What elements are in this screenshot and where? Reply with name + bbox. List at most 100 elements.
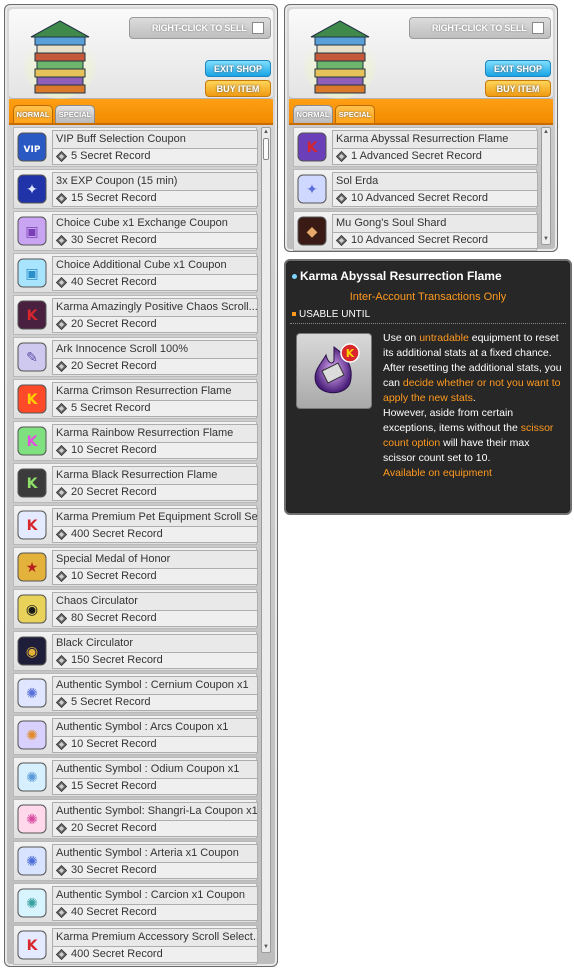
secret-record-coin-icon	[336, 193, 347, 204]
tab-special[interactable]: SPECIAL	[55, 105, 95, 123]
item-price: 15 Secret Record	[52, 778, 258, 795]
desc-highlight: untradable	[419, 332, 469, 344]
item-price-text: 10 Secret Record	[71, 444, 157, 456]
item-name: Sol Erda	[332, 172, 538, 190]
item-price-text: 20 Secret Record	[71, 486, 157, 498]
secret-record-coin-icon	[56, 739, 67, 750]
shop-item-row[interactable]: ✺ Authentic Symbol : Carcion x1 Coupon 40 …	[13, 883, 258, 923]
item-price: 10 Advanced Secret Record	[332, 190, 538, 207]
sell-label: RIGHT-CLICK TO SELL	[152, 23, 247, 33]
item-name: Authentic Symbol : Odium Coupon x1	[52, 760, 258, 778]
shop-item-row[interactable]: ✦ Sol Erda 10 Advanced Secret Record	[293, 169, 538, 209]
sell-checkbox[interactable]	[252, 22, 264, 34]
item-icon-slot: ▣	[15, 255, 49, 291]
bullet-icon	[292, 274, 297, 280]
item-price-text: 40 Secret Record	[71, 276, 157, 288]
shop-item-row[interactable]: K Karma Crimson Resurrection Flame 5 Secre…	[13, 379, 258, 419]
shop-item-row[interactable]: K Karma Premium Pet Equipment Scroll Sel.…	[13, 505, 258, 545]
item-name: Karma Crimson Resurrection Flame	[52, 382, 258, 400]
right-click-to-sell-toggle[interactable]: RIGHT-CLICK TO SELL	[129, 17, 271, 39]
shop-item-row[interactable]: K Karma Amazingly Positive Chaos Scroll..…	[13, 295, 258, 335]
abyssal-flame-graphic: K	[314, 343, 360, 394]
svg-text:✺: ✺	[26, 686, 38, 702]
shop-item-row[interactable]: ★ Special Medal of Honor 10 Secret Record	[13, 547, 258, 587]
shop-item-row[interactable]: ◆ Mu Gong's Soul Shard 10 Advanced Secret …	[293, 211, 538, 251]
buy-item-button[interactable]: BUY ITEM	[205, 80, 271, 97]
item-price-text: 80 Secret Record	[71, 612, 157, 624]
shop-item-row[interactable]: K Karma Rainbow Resurrection Flame 10 Secr…	[13, 421, 258, 461]
shop-item-row[interactable]: ▣ Choice Cube x1 Exchange Coupon 30 Secret…	[13, 211, 258, 251]
svg-text:✺: ✺	[26, 770, 38, 786]
shop-item-row[interactable]: ◉ Black Circulator 150 Secret Record	[13, 631, 258, 671]
svg-text:K: K	[307, 140, 319, 156]
sell-label: RIGHT-CLICK TO SELL	[432, 23, 527, 33]
item-icon-slot: ✺	[15, 843, 49, 879]
scroll-down-arrow-icon[interactable]: ▼	[262, 943, 270, 952]
tab-special[interactable]: SPECIAL	[335, 105, 375, 123]
item-price: 10 Secret Record	[52, 568, 258, 585]
black-flame-icon: K	[17, 468, 47, 498]
shop-item-row[interactable]: ◉ Chaos Circulator 80 Secret Record	[13, 589, 258, 629]
vip-coupon-icon: VIP	[17, 132, 47, 162]
shop-item-row[interactable]: ✦ 3x EXP Coupon (15 min) 15 Secret Record	[13, 169, 258, 209]
shop-item-row[interactable]: ✺ Authentic Symbol : Arteria x1 Coupon 30 …	[13, 841, 258, 881]
sell-checkbox[interactable]	[532, 22, 544, 34]
item-icon-slot: ✦	[15, 171, 49, 207]
shop-item-row[interactable]: ✺ Authentic Symbol: Shangri-La Coupon x1 2…	[13, 799, 258, 839]
scroll-down-arrow-icon[interactable]: ▼	[542, 235, 550, 244]
item-price: 40 Secret Record	[52, 904, 258, 921]
exit-shop-button[interactable]: EXIT SHOP	[205, 60, 271, 77]
item-list-scrollbar[interactable]: ▲ ▼	[541, 127, 551, 245]
secret-record-coin-icon	[56, 193, 67, 204]
svg-text:K: K	[346, 347, 355, 360]
shop-item-row[interactable]: K Karma Abyssal Resurrection Flame 1 Advan…	[293, 127, 538, 167]
desc-text: .	[472, 392, 476, 404]
shop-item-row[interactable]: K Karma Premium Accessory Scroll Select..…	[13, 925, 258, 965]
shop-item-row[interactable]: ✺ Authentic Symbol : Cernium Coupon x1 5 S…	[13, 673, 258, 713]
item-icon-slot: ★	[15, 549, 49, 585]
item-price: 5 Secret Record	[52, 694, 258, 711]
item-price: 5 Secret Record	[52, 148, 258, 165]
item-price: 20 Secret Record	[52, 316, 258, 333]
item-price: 400 Secret Record	[52, 946, 258, 963]
shop-item-row[interactable]: ▣ Choice Additional Cube x1 Coupon 40 Secr…	[13, 253, 258, 293]
item-name: VIP Buff Selection Coupon	[52, 130, 258, 148]
item-name: Authentic Symbol : Arteria x1 Coupon	[52, 844, 258, 862]
item-price-text: 40 Secret Record	[71, 906, 157, 918]
svg-text:✺: ✺	[26, 854, 38, 870]
item-icon-slot: ✺	[15, 885, 49, 921]
symbol-arcs-icon: ✺	[17, 720, 47, 750]
svg-text:✺: ✺	[26, 896, 38, 912]
item-price-text: 150 Secret Record	[71, 654, 163, 666]
medal-icon: ★	[17, 552, 47, 582]
shop-item-row[interactable]: ✺ Authentic Symbol : Odium Coupon x1 15 Se…	[13, 757, 258, 797]
secret-record-coin-icon	[56, 361, 67, 372]
tab-normal[interactable]: NORMAL	[293, 105, 333, 123]
item-name: Karma Black Resurrection Flame	[52, 466, 258, 484]
item-name: Karma Premium Pet Equipment Scroll Sel..…	[52, 508, 258, 526]
item-name: 3x EXP Coupon (15 min)	[52, 172, 258, 190]
item-list: K Karma Abyssal Resurrection Flame 1 Advan…	[293, 127, 538, 253]
item-price-text: 5 Secret Record	[71, 150, 151, 162]
symbol-arteria-icon: ✺	[17, 846, 47, 876]
item-price-text: 20 Secret Record	[71, 318, 157, 330]
shop-item-row[interactable]: K Karma Black Resurrection Flame 20 Secret…	[13, 463, 258, 503]
right-click-to-sell-toggle[interactable]: RIGHT-CLICK TO SELL	[409, 17, 551, 39]
item-price: 150 Secret Record	[52, 652, 258, 669]
secret-record-coin-icon	[56, 151, 67, 162]
tab-normal[interactable]: NORMAL	[13, 105, 53, 123]
exit-shop-button[interactable]: EXIT SHOP	[485, 60, 551, 77]
shop-item-row[interactable]: ✺ Authentic Symbol : Arcs Coupon x1 10 Sec…	[13, 715, 258, 755]
scroll-up-arrow-icon[interactable]: ▲	[262, 128, 270, 137]
shop-header: RIGHT-CLICK TO SELL EXIT SHOP BUY ITEM	[289, 9, 553, 99]
item-list-scrollbar[interactable]: ▲ ▼	[261, 127, 271, 953]
buy-item-button[interactable]: BUY ITEM	[485, 80, 551, 97]
shop-item-row[interactable]: VIP VIP Buff Selection Coupon 5 Secret Rec…	[13, 127, 258, 167]
item-price-text: 400 Secret Record	[71, 528, 163, 540]
tooltip-description: Use on untradable equipment to reset its…	[383, 331, 563, 481]
scroll-up-arrow-icon[interactable]: ▲	[542, 128, 550, 137]
scrollbar-thumb[interactable]	[263, 138, 269, 160]
scroll-icon: ✎	[17, 342, 47, 372]
shop-item-row[interactable]: ✎ Ark Innocence Scroll 100% 20 Secret Reco…	[13, 337, 258, 377]
desc-text: However, aside from certain exceptions, …	[383, 407, 521, 434]
